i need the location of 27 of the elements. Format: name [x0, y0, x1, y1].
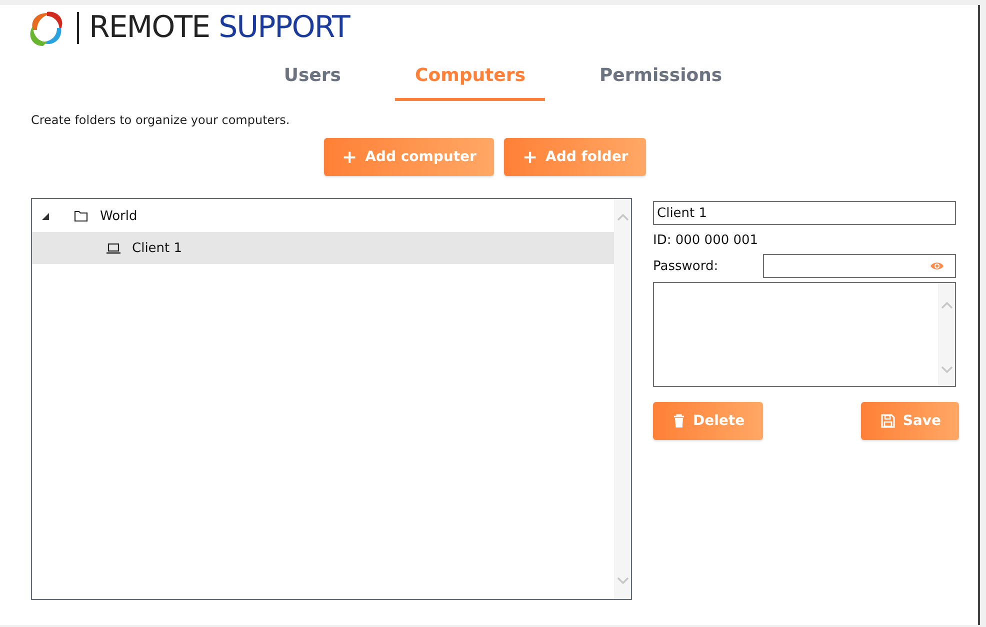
tree-item[interactable]: World: [32, 200, 614, 232]
scrollbar[interactable]: [614, 199, 631, 599]
hint-text: Create folders to organize your computers.: [31, 113, 290, 127]
id-text: ID: 000 000 001: [653, 233, 760, 248]
tree-label: World: [100, 208, 138, 224]
folder-icon: [74, 210, 88, 222]
eye-icon[interactable]: [930, 261, 944, 271]
scrollbar[interactable]: [938, 283, 955, 386]
trash-icon: [673, 414, 685, 428]
password-field[interactable]: [763, 254, 956, 278]
scroll-down-icon[interactable]: [940, 366, 952, 374]
expanded-icon[interactable]: [42, 212, 49, 220]
scroll-up-icon[interactable]: [940, 301, 952, 309]
tree-item[interactable]: Client 1: [32, 232, 614, 264]
tab[interactable]: Permissions: [579, 57, 742, 101]
logo-text: SUPPORT: [218, 13, 350, 43]
name-field[interactable]: Client 1: [653, 201, 956, 225]
tab[interactable]: Computers: [395, 57, 546, 101]
scroll-down-icon[interactable]: [616, 577, 628, 585]
logo-text: REMOTE: [89, 13, 210, 43]
password-label: Password:: [653, 258, 718, 274]
tree-label: Client 1: [132, 240, 182, 256]
laptop-icon: [106, 242, 121, 254]
tab[interactable]: Users: [264, 57, 361, 101]
save-icon: [880, 414, 895, 428]
scroll-up-icon[interactable]: [616, 213, 628, 221]
notes-field[interactable]: [653, 282, 956, 387]
